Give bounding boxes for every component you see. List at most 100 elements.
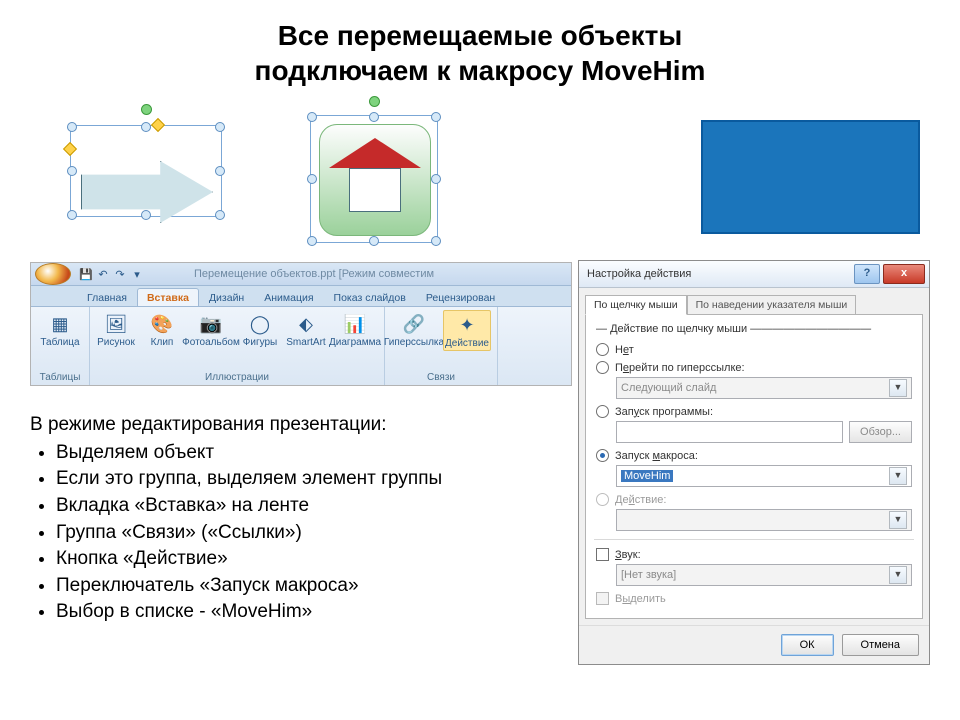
- radio-icon[interactable]: [596, 405, 609, 418]
- chevron-down-icon: ▼: [889, 511, 907, 529]
- picture-icon: 🖼: [102, 310, 130, 338]
- resize-handle-icon[interactable]: [141, 210, 151, 220]
- btn-chart-label: Диаграмма: [329, 338, 381, 349]
- group-links: 🔗Гиперссылка ✦Действие Связи: [385, 307, 498, 385]
- btn-shapes[interactable]: ◯Фигуры: [240, 310, 280, 349]
- btn-action[interactable]: ✦Действие: [443, 310, 491, 351]
- dialog-titlebar[interactable]: Настройка действия ? x: [579, 261, 929, 288]
- tab-on-hover[interactable]: По наведении указателя мыши: [687, 295, 857, 315]
- ok-button[interactable]: ОК: [781, 634, 834, 656]
- tab-insert[interactable]: Вставка: [137, 288, 199, 306]
- radio-none[interactable]: Нет: [596, 343, 912, 356]
- selected-arrow-shape[interactable]: [70, 125, 222, 217]
- resize-handle-icon[interactable]: [307, 236, 317, 246]
- resize-handle-icon[interactable]: [215, 166, 225, 176]
- tab-on-click[interactable]: По щелчку мыши: [585, 295, 687, 315]
- resize-handle-icon[interactable]: [431, 174, 441, 184]
- resize-handle-icon[interactable]: [431, 112, 441, 122]
- triangle-shape-icon: [329, 138, 421, 168]
- btn-smartart[interactable]: ⬖SmartArt: [286, 310, 326, 349]
- btn-smartart-label: SmartArt: [286, 338, 325, 349]
- btn-table-label: Таблица: [40, 338, 79, 349]
- tab-slideshow[interactable]: Показ слайдов: [324, 288, 416, 306]
- check-highlight-label: Выделить: [615, 593, 666, 605]
- selected-house-group[interactable]: [310, 115, 438, 243]
- sound-value: [Нет звука]: [621, 569, 676, 581]
- resize-handle-icon[interactable]: [67, 122, 77, 132]
- tab-review[interactable]: Рецензирован: [416, 288, 505, 306]
- separator: [594, 539, 914, 540]
- shapes-icon: ◯: [246, 310, 274, 338]
- close-button[interactable]: x: [883, 264, 925, 284]
- list-item: Если это группа, выделяем элемент группы: [56, 466, 570, 492]
- group-illustrations: 🖼Рисунок 🎨Клип 📷Фотоальбом ◯Фигуры ⬖Smar…: [90, 307, 385, 385]
- btn-action-label: Действие: [445, 339, 489, 350]
- radio-run-program[interactable]: Запуск программы:: [596, 405, 912, 418]
- resize-handle-icon[interactable]: [369, 236, 379, 246]
- list-item: Переключатель «Запуск макроса»: [56, 573, 570, 599]
- tab-design[interactable]: Дизайн: [199, 288, 254, 306]
- resize-handle-icon[interactable]: [307, 174, 317, 184]
- resize-handle-icon[interactable]: [67, 210, 77, 220]
- radio-icon[interactable]: [596, 361, 609, 374]
- radio-icon[interactable]: [596, 449, 609, 462]
- radio-object-action[interactable]: Действие:: [596, 493, 912, 506]
- fieldset-label-text: Действие по щелчку мыши: [610, 323, 747, 335]
- chevron-down-icon: ▼: [889, 566, 907, 584]
- radio-run-macro[interactable]: Запуск макроса:: [596, 449, 912, 462]
- rotate-handle-icon[interactable]: [369, 96, 380, 107]
- undo-icon[interactable]: ↶: [96, 267, 110, 281]
- document-title: Перемещение объектов.ppt [Режим совмести…: [194, 268, 434, 280]
- smartart-icon: ⬖: [292, 310, 320, 338]
- hyperlink-value: Следующий слайд: [621, 382, 716, 394]
- hyperlink-combo: Следующий слайд ▼: [616, 377, 912, 399]
- qat-dropdown-icon[interactable]: ▾: [130, 267, 144, 281]
- btn-table[interactable]: ▦ Таблица: [37, 310, 83, 349]
- sound-combo: [Нет звука] ▼: [616, 564, 912, 586]
- resize-handle-icon[interactable]: [307, 112, 317, 122]
- resize-handle-icon[interactable]: [215, 210, 225, 220]
- blue-rectangle-shape: [701, 120, 920, 234]
- help-button[interactable]: ?: [854, 264, 880, 284]
- redo-icon[interactable]: ↷: [113, 267, 127, 281]
- btn-hyperlink[interactable]: 🔗Гиперссылка: [391, 310, 437, 349]
- chevron-down-icon: ▼: [889, 379, 907, 397]
- program-path-input: [616, 421, 843, 443]
- adjust-handle-icon[interactable]: [151, 118, 165, 132]
- resize-handle-icon[interactable]: [369, 112, 379, 122]
- adjust-handle-icon[interactable]: [63, 142, 77, 156]
- check-sound[interactable]: Звук:: [596, 548, 912, 561]
- resize-handle-icon[interactable]: [141, 122, 151, 132]
- list-item: Группа «Связи» («Ссылки»): [56, 520, 570, 546]
- radio-icon[interactable]: [596, 343, 609, 356]
- instructions-heading: В режиме редактирования презентации:: [30, 414, 387, 435]
- instructions-list: Выделяем объект Если это группа, выделяе…: [30, 440, 570, 625]
- group-label: Таблицы: [37, 371, 83, 385]
- dialog-title: Настройка действия: [587, 268, 691, 280]
- btn-album-label: Фотоальбом: [182, 338, 240, 349]
- btn-clipart[interactable]: 🎨Клип: [142, 310, 182, 349]
- dialog-tabs: По щелчку мыши По наведении указателя мы…: [579, 288, 929, 314]
- title-line1: Все перемещаемые объекты: [278, 20, 683, 51]
- tab-home[interactable]: Главная: [77, 288, 137, 306]
- checkbox-icon[interactable]: [596, 548, 609, 561]
- office-button-icon[interactable]: [35, 263, 71, 285]
- cancel-button[interactable]: Отмена: [842, 634, 919, 656]
- btn-chart[interactable]: 📊Диаграмма: [332, 310, 378, 349]
- check-sound-label: Звук:: [615, 549, 641, 561]
- macro-combo[interactable]: MoveHim ▼: [616, 465, 912, 487]
- group-label: Иллюстрации: [96, 371, 378, 385]
- save-icon[interactable]: 💾: [79, 267, 93, 281]
- rotate-handle-icon[interactable]: [141, 104, 152, 115]
- btn-album[interactable]: 📷Фотоальбом: [188, 310, 234, 349]
- clipart-icon: 🎨: [148, 310, 176, 338]
- hyperlink-icon: 🔗: [400, 310, 428, 338]
- resize-handle-icon[interactable]: [431, 236, 441, 246]
- radio-hyperlink[interactable]: Перейти по гиперссылке:: [596, 361, 912, 374]
- radio-action-label: Действие:: [615, 494, 666, 506]
- resize-handle-icon[interactable]: [215, 122, 225, 132]
- btn-picture[interactable]: 🖼Рисунок: [96, 310, 136, 349]
- tab-animation[interactable]: Анимация: [254, 288, 323, 306]
- chevron-down-icon[interactable]: ▼: [889, 467, 907, 485]
- resize-handle-icon[interactable]: [67, 166, 77, 176]
